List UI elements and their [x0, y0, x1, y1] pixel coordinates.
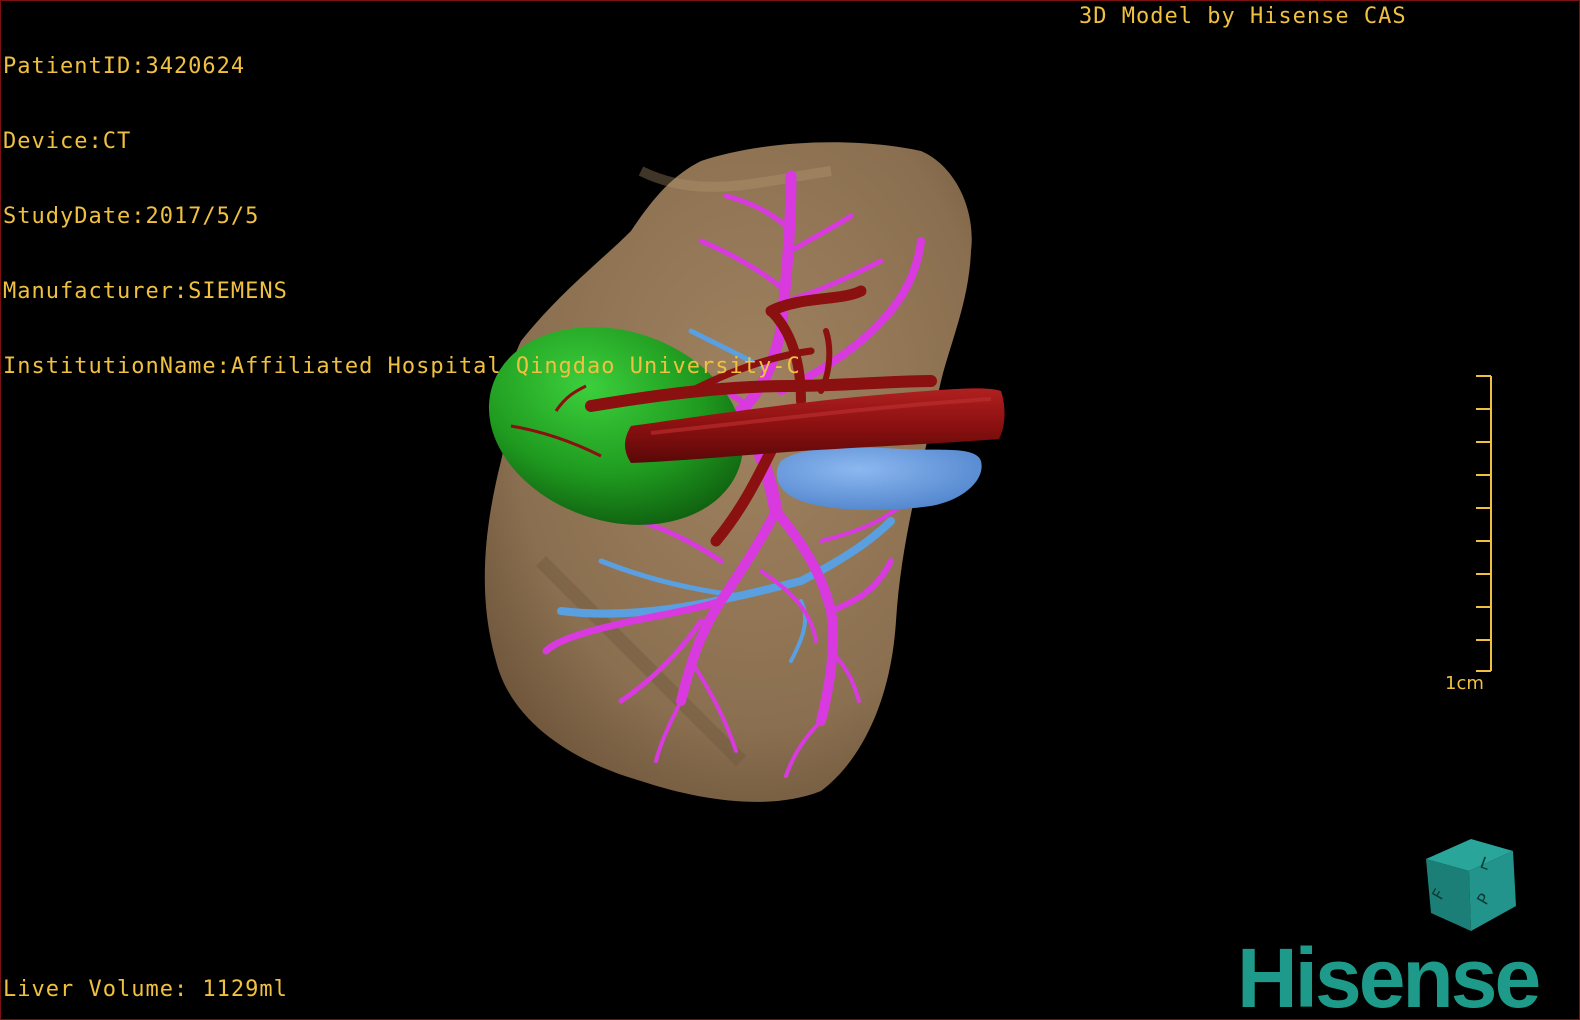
- patient-id: PatientID:3420624: [3, 54, 246, 79]
- manufacturer: Manufacturer:SIEMENS: [3, 279, 288, 304]
- institution-name: InstitutionName:Affiliated Hospital Qing…: [3, 354, 801, 379]
- study-date: StudyDate:2017/5/5: [3, 204, 260, 229]
- liver-volume: Liver Volume: 1129ml: [3, 977, 288, 1002]
- orientation-cube[interactable]: F L P: [1426, 839, 1516, 931]
- scale-bar-label: 1cm: [1445, 673, 1484, 694]
- model-watermark: 3D Model by Hisense CAS: [1079, 4, 1407, 29]
- patient-info-overlay: PatientID:3420624 Device:CT StudyDate:20…: [3, 4, 801, 429]
- 3d-viewport[interactable]: F L P PatientID:3420624 Device:CT StudyD…: [0, 0, 1580, 1020]
- device: Device:CT: [3, 129, 132, 154]
- kidney: [776, 447, 982, 511]
- scale-bar: [1476, 375, 1492, 672]
- hisense-logo: Hisense: [1237, 931, 1541, 1020]
